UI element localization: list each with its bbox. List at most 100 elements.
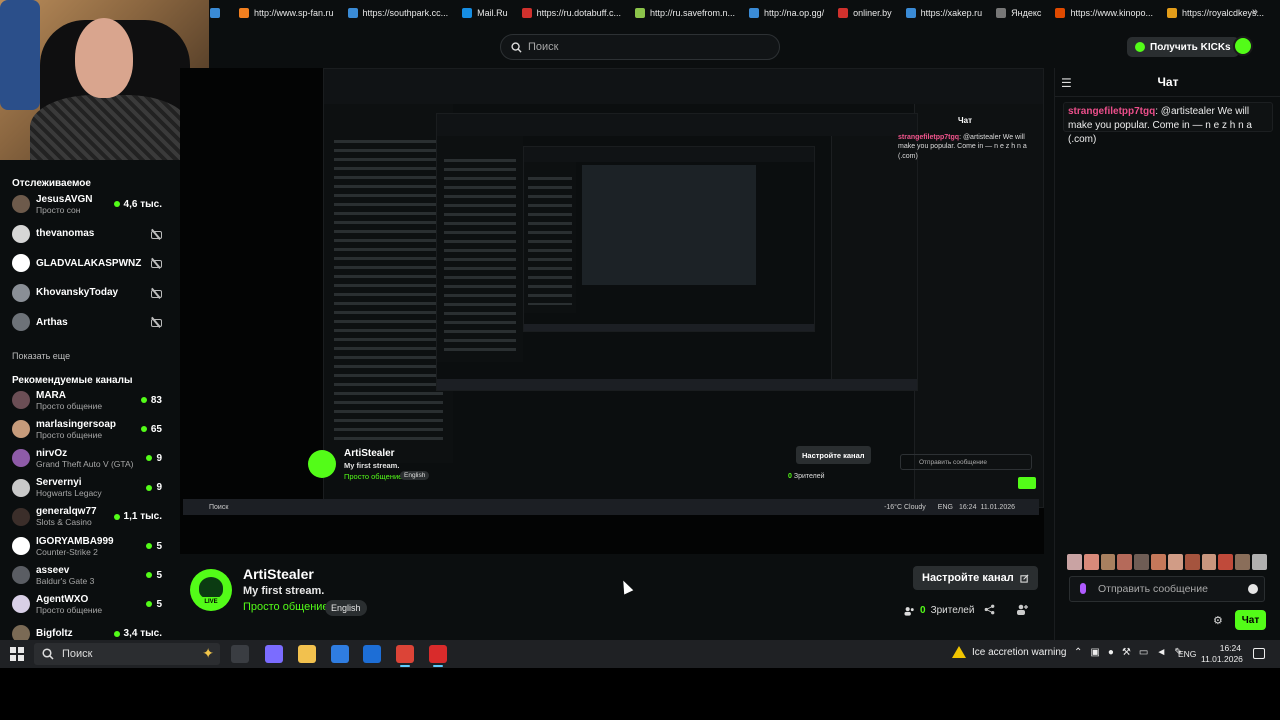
file-explorer-taskbar-icon[interactable] — [298, 645, 316, 663]
emote-icon[interactable] — [1083, 554, 1099, 570]
avatar — [12, 195, 30, 213]
emote-icon[interactable] — [1201, 554, 1217, 570]
show-more-link[interactable]: Показать еще — [12, 351, 70, 361]
tray-tool-icon[interactable]: ⚒ — [1122, 647, 1131, 658]
get-kicks-button[interactable]: Получить KICKs — [1127, 37, 1239, 57]
emote-icon[interactable] — [1134, 554, 1150, 570]
store-taskbar-icon[interactable] — [331, 645, 349, 663]
bookmark-item[interactable]: http://ru.savefrom.n... — [635, 8, 735, 18]
sidebar-channel-text: KhovanskyToday — [36, 287, 150, 298]
bookmark-label: https://xakep.ru — [920, 8, 983, 18]
tray-chevron-icon[interactable]: ⌃ — [1074, 647, 1082, 658]
chat-send-button[interactable]: Чат — [1235, 610, 1266, 630]
chat-settings-gear-icon[interactable]: ⚙ — [1213, 614, 1223, 627]
desktop-screen: http://www.sp-fan.ru https://southpark.cc… — [0, 0, 1280, 720]
chat-input[interactable]: Отправить сообщение — [1069, 576, 1265, 602]
sidebar-channel-generalqw77[interactable]: generalqw77 Slots & Casino 1,1 тыс. — [12, 503, 162, 531]
bookmark-item[interactable]: https://ru.dotabuff.c... — [521, 8, 621, 18]
bookmark-item[interactable]: https://www.kinopo... — [1055, 8, 1153, 18]
sidebar-channel-text: generalqw77 Slots & Casino — [36, 506, 114, 527]
share-icon[interactable] — [984, 604, 995, 618]
search-input[interactable]: Поиск — [500, 34, 780, 60]
emote-icon[interactable] — [1067, 554, 1082, 570]
bookmark-item[interactable]: Mail.Ru — [462, 8, 508, 18]
bookmark-item[interactable]: http://www.sp-fan.ru — [239, 8, 334, 18]
follow-user-icon[interactable] — [1016, 604, 1028, 618]
emote-icon[interactable] — [1235, 554, 1251, 570]
weather-warning[interactable]: Ice accretion warning — [952, 646, 1067, 658]
notifications-icon[interactable] — [1253, 648, 1265, 659]
get-kicks-label: Получить KICKs — [1150, 41, 1231, 53]
sidebar-channel-asseev[interactable]: asseev Baldur's Gate 3 5 — [12, 561, 162, 589]
channel-name: Bigfoltz — [36, 628, 73, 640]
sidebar-channel-igoryamba999[interactable]: IGORYAMBA999 Counter-Strike 2 5 — [12, 532, 162, 560]
inner-streamer-name: ArtiStealer — [344, 448, 395, 459]
channel-name[interactable]: ArtiStealer — [243, 566, 314, 582]
tray-app-icon[interactable]: ▣ — [1090, 647, 1099, 658]
network-icon[interactable]: ▭ — [1139, 647, 1148, 658]
language-tag[interactable]: English — [325, 600, 367, 616]
sidebar-channel-nirvoz[interactable]: nirvOz Grand Theft Auto V (GTA) 9 — [12, 444, 162, 472]
live-dot-icon — [113, 630, 120, 637]
sidebar-channel-thevanomas[interactable]: thevanomas — [12, 220, 162, 248]
chrome-taskbar-icon[interactable] — [396, 645, 414, 667]
taskbar-search-input[interactable]: Поиск ✦ — [34, 643, 220, 665]
bookmark-item[interactable] — [210, 8, 225, 18]
volume-icon[interactable]: ◄ — [1156, 647, 1166, 658]
emote-icon[interactable] — [1151, 554, 1166, 570]
bookmark-favicon-icon — [635, 8, 645, 18]
bookmark-item[interactable]: Яндекс — [996, 8, 1041, 18]
letterbox-bar — [0, 668, 1280, 720]
bookmark-item[interactable]: https://xakep.ru — [905, 8, 983, 18]
tray-mic-icon[interactable]: ● — [1108, 647, 1114, 658]
input-language[interactable]: ENG — [1178, 649, 1196, 659]
emote-icon[interactable] — [1184, 554, 1200, 570]
emote-icon[interactable] — [1117, 554, 1133, 570]
outlook-taskbar-icon[interactable] — [363, 645, 381, 663]
bookmark-item[interactable]: https://southpark.cc... — [347, 8, 448, 18]
channel-category: Просто общение — [36, 429, 103, 440]
emoji-icon[interactable] — [1248, 584, 1258, 594]
sidebar-channel-servernyi[interactable]: Servernyi Hogwarts Legacy 9 — [12, 474, 162, 502]
sidebar-channel-khovanskytoday[interactable]: KhovanskyToday — [12, 279, 162, 307]
sidebar-channel-jesusavgn[interactable]: JesusAVGN Просто сон 4,6 тыс. — [12, 190, 162, 218]
inner-chat-title: Чат — [958, 116, 972, 125]
obs-taskbar-icon[interactable] — [429, 645, 447, 667]
system-tray: ⌃ ▣ ● ⚒ ▭ ◄ ✎ — [1074, 647, 1183, 658]
sidebar-channel-agentwxo[interactable]: AgentWXO Просто общение 5 — [12, 590, 162, 618]
sidebar-channel-marlasingersoap[interactable]: marlasingersoap Просто общение 65 — [12, 415, 162, 443]
copilot-taskbar-icon[interactable] — [265, 645, 283, 663]
viewer-count-value: 5 — [156, 598, 162, 610]
stream-title: My first stream. — [243, 585, 325, 597]
emote-icon[interactable] — [1167, 554, 1183, 570]
bookmarks-overflow-icon[interactable]: » — [1252, 6, 1258, 18]
inner-category: Просто общение — [344, 472, 403, 481]
sidebar-channel-text: IGORYAMBA999 Counter-Strike 2 — [36, 536, 146, 557]
user-avatar[interactable] — [1233, 36, 1253, 56]
microphone-icon[interactable] — [1080, 583, 1086, 594]
emote-icon[interactable] — [1218, 554, 1234, 570]
viewers-icon — [904, 606, 914, 616]
stream-player[interactable]: ArtiStealer My first stream. Просто обще… — [180, 68, 1044, 554]
bookmark-item[interactable]: https://royalcdkeys... — [1166, 8, 1264, 18]
sidebar-channel-gladvalakaspwnz[interactable]: GLADVALAKASPWNZ — [12, 249, 162, 277]
sidebar-channel-mara[interactable]: MARA Просто общение 83 — [12, 386, 162, 414]
task-view-taskbar-icon[interactable] — [231, 645, 249, 663]
sidebar: Отслеживаемое JesusAVGN Просто сон 4,6 тыс… — [0, 160, 172, 643]
sidebar-channel-text: MARA Просто общение — [36, 390, 141, 411]
taskbar-clock[interactable]: 16:24 11.01.2026 — [1201, 643, 1243, 665]
sidebar-channel-arthas[interactable]: Arthas — [12, 308, 162, 336]
live-dot-icon — [113, 513, 120, 520]
emote-icon[interactable] — [1252, 554, 1267, 570]
emote-icon[interactable] — [1100, 554, 1116, 570]
weather-warning-text: Ice accretion warning — [972, 646, 1067, 658]
bookmark-item[interactable]: http://na.op.gg/ — [749, 8, 824, 18]
viewer-count: 5 — [146, 599, 162, 610]
chat-username[interactable]: strangefiletpp7tgq — [1068, 106, 1155, 117]
avatar — [12, 449, 30, 468]
bookmark-item[interactable]: onliner.by — [838, 8, 892, 18]
configure-channel-button[interactable]: Настройте канал — [913, 566, 1038, 590]
stream-category[interactable]: Просто общение — [243, 601, 329, 613]
windows-start-icon[interactable] — [10, 647, 24, 661]
bookmark-label: Mail.Ru — [477, 8, 508, 18]
